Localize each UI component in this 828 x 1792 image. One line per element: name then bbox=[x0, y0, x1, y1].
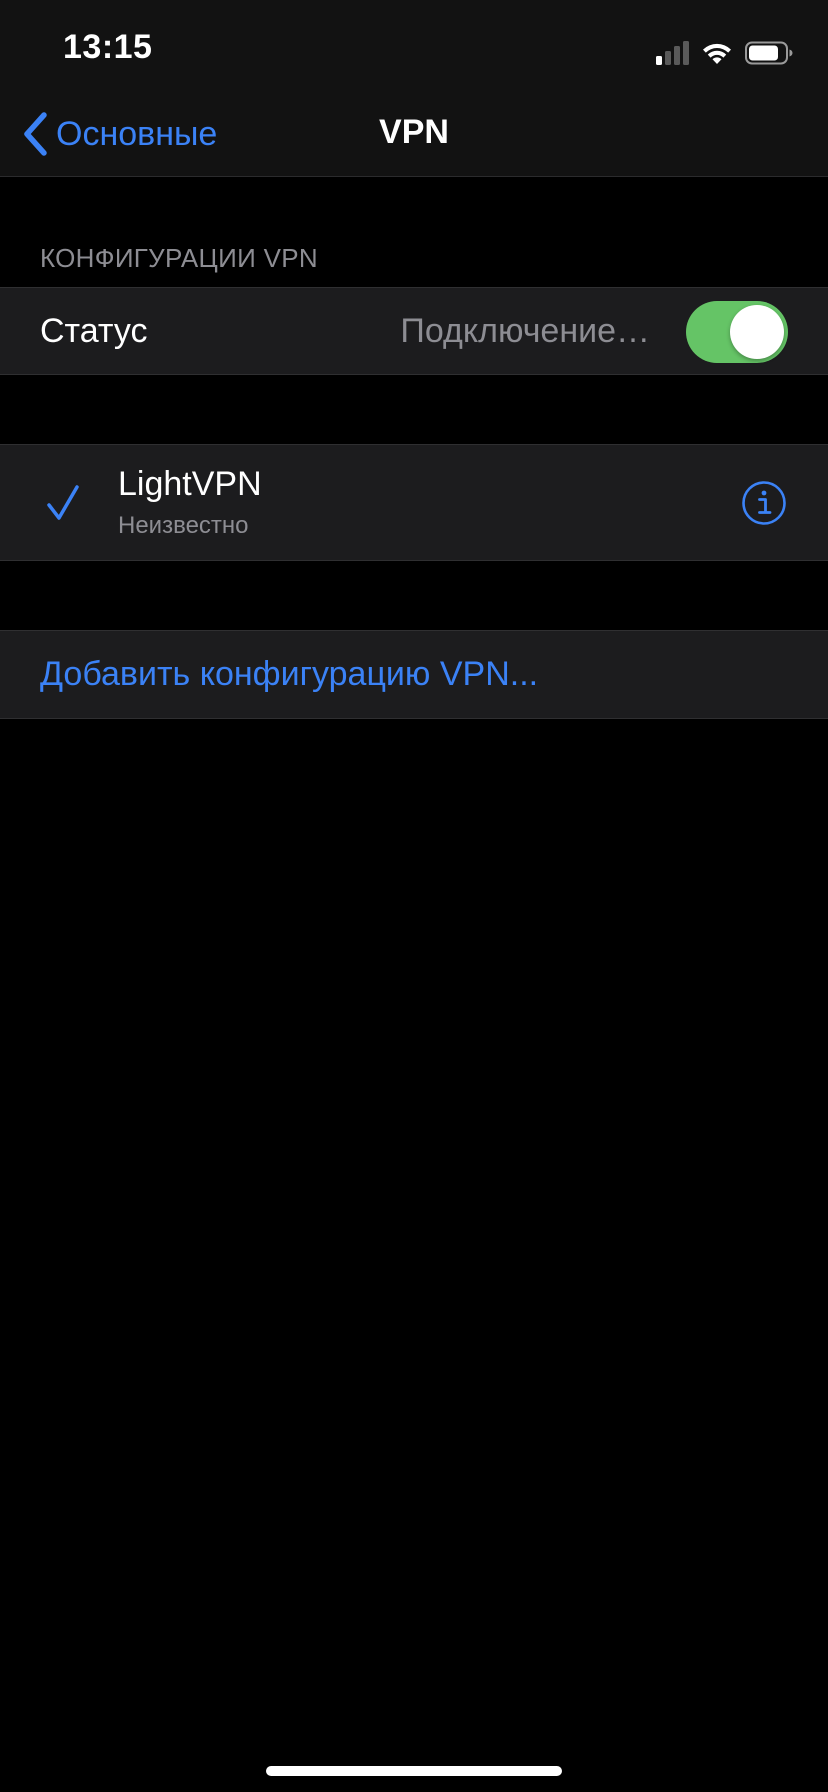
section-header: КОНФИГУРАЦИИ VPN bbox=[40, 243, 318, 273]
add-vpn-config-label: Добавить конфигурацию VPN... bbox=[40, 655, 539, 693]
status-icons bbox=[656, 35, 793, 65]
status-bar: 13:15 bbox=[0, 0, 828, 95]
vpn-status-toggle[interactable] bbox=[686, 301, 788, 363]
page-title: VPN bbox=[379, 113, 449, 151]
toggle-knob bbox=[730, 305, 784, 359]
status-time: 13:15 bbox=[63, 28, 153, 66]
add-vpn-config-row[interactable]: Добавить конфигурацию VPN... bbox=[0, 630, 828, 719]
wifi-icon bbox=[703, 43, 731, 64]
checkmark-icon bbox=[47, 485, 79, 520]
info-icon[interactable] bbox=[741, 480, 787, 526]
vpn-config-status: Неизвестно bbox=[118, 512, 249, 539]
battery-icon bbox=[745, 41, 793, 65]
signal-icon bbox=[656, 41, 689, 65]
status-row: Статус Подключение… bbox=[0, 287, 828, 375]
home-indicator[interactable] bbox=[266, 1766, 562, 1776]
status-label: Статус bbox=[40, 312, 148, 350]
status-value: Подключение… bbox=[400, 312, 650, 350]
vpn-config-row[interactable]: LightVPN Неизвестно bbox=[0, 444, 828, 561]
navigation-bar: Основные VPN bbox=[0, 95, 828, 177]
vpn-config-name: LightVPN bbox=[118, 465, 262, 503]
